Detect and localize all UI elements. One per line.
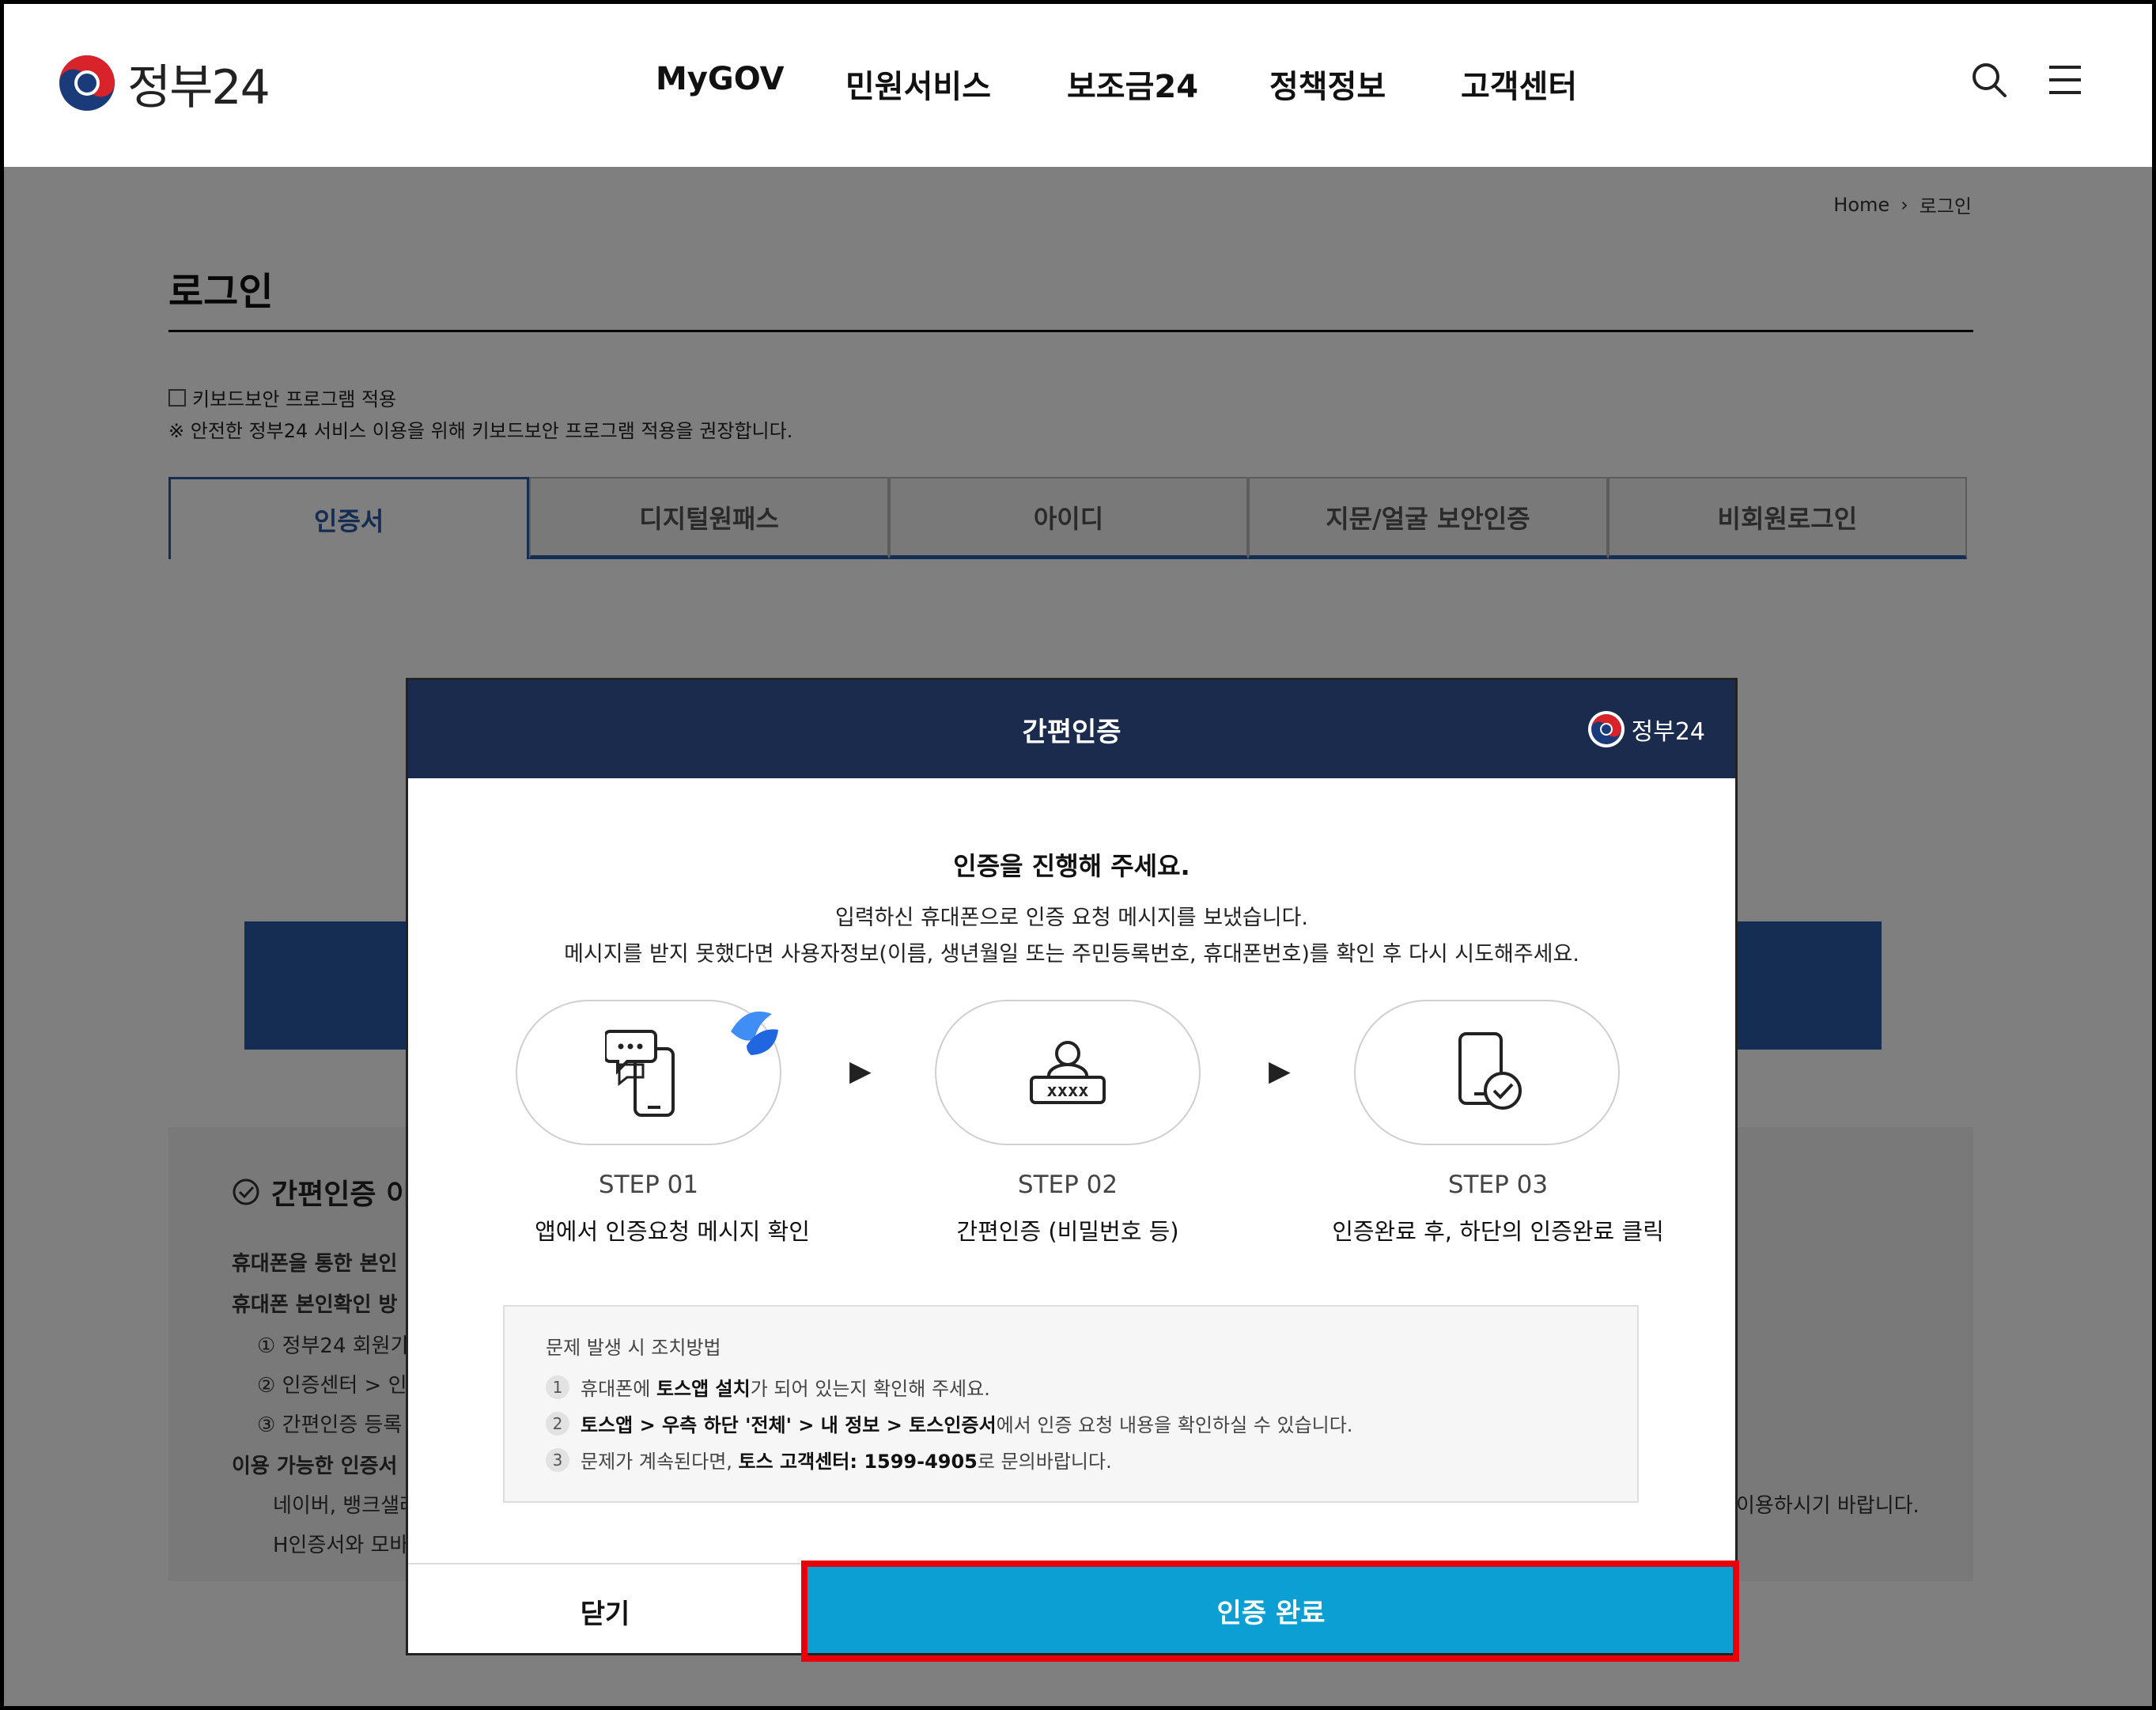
help-item-text: 토스앱 > 우측 하단 '전체' > 내 정보 > 토스인증서에서 인증 요청 … <box>581 1414 1353 1436</box>
svg-text:xxxx: xxxx <box>1047 1081 1089 1101</box>
phone-check-icon <box>1458 1032 1522 1110</box>
nav-customer-center[interactable]: 고객센터 <box>1461 61 1577 107</box>
search-icon[interactable] <box>1970 61 2008 99</box>
taegeuk-icon <box>1587 711 1625 747</box>
step-3-oval <box>1354 1000 1620 1145</box>
help-item-text: 휴대폰에 토스앱 설치가 되어 있는지 확인해 주세요. <box>581 1378 990 1400</box>
help-item-number: 3 <box>546 1447 569 1472</box>
message-title: 인증을 진행해 주세요. <box>953 851 1190 881</box>
troubleshooting-title: 문제 발생 시 조치방법 <box>546 1337 721 1359</box>
browser-frame: 정부24 MyGOV 민원서비스 보조금24 정책정보 고객센터 Home › … <box>4 4 2152 1706</box>
simple-auth-modal: 간편인증 정부24 인증을 진행해 주세요. 입력하신 휴대폰으로 인증 요청 … <box>406 678 1738 1655</box>
toss-app-icon <box>731 1011 778 1055</box>
step-1-label: STEP 01 <box>598 1171 699 1199</box>
close-button[interactable]: 닫기 <box>408 1563 802 1653</box>
step-arrow-icon: ▶ <box>1269 1055 1291 1088</box>
message-line: 메시지를 받지 못했다면 사용자정보(이름, 생년월일 또는 주민등록번호, 휴… <box>564 942 1579 967</box>
nav-civil-services[interactable]: 민원서비스 <box>845 61 991 107</box>
help-item-text: 문제가 계속된다면, 토스 고객센터: 1599-4905로 문의바랍니다. <box>581 1451 1112 1473</box>
phone-message-icon <box>605 1030 675 1117</box>
help-item: 3 문제가 계속된다면, 토스 고객센터: 1599-4905로 문의바랍니다. <box>546 1446 1112 1474</box>
step-1-desc: 앱에서 인증요청 메시지 확인 <box>535 1218 810 1245</box>
step-2-oval: xxxx <box>935 1000 1201 1145</box>
message-line: 입력하신 휴대폰으로 인증 요청 메시지를 보냈습니다. <box>835 906 1308 930</box>
user-password-icon: xxxx <box>1030 1041 1106 1104</box>
help-item: 2 토스앱 > 우측 하단 '전체' > 내 정보 > 토스인증서에서 인증 요… <box>546 1409 1352 1437</box>
modal-title: 간편인증 <box>1022 716 1121 748</box>
nav-mygov[interactable]: MyGOV <box>656 61 785 97</box>
modal-header: 간편인증 정부24 <box>408 680 1735 778</box>
step-3-desc: 인증완료 후, 하단의 인증완료 클릭 <box>1332 1218 1664 1245</box>
auth-complete-button[interactable]: 인증 완료 <box>802 1563 1735 1653</box>
nav-policy-info[interactable]: 정책정보 <box>1269 61 1386 107</box>
step-2-desc: 간편인증 (비밀번호 등) <box>956 1218 1179 1245</box>
menu-icon[interactable] <box>2046 61 2084 99</box>
main-nav: MyGOV 민원서비스 보조금24 정책정보 고객센터 <box>4 61 2152 108</box>
modal-brand-text: 정부24 <box>1631 718 1705 746</box>
modal-brand: 정부24 <box>1587 710 1705 748</box>
step-2-label: STEP 02 <box>1017 1171 1118 1199</box>
step-3-label: STEP 03 <box>1447 1171 1549 1199</box>
step-arrow-icon: ▶ <box>849 1055 872 1088</box>
troubleshooting-box: 문제 발생 시 조치방법 1 휴대폰에 토스앱 설치가 되어 있는지 확인해 주… <box>503 1305 1639 1503</box>
site-header: 정부24 MyGOV 민원서비스 보조금24 정책정보 고객센터 <box>4 4 2152 167</box>
help-item: 1 휴대폰에 토스앱 설치가 되어 있는지 확인해 주세요. <box>546 1373 990 1401</box>
nav-subsidy24[interactable]: 보조금24 <box>1067 61 1198 107</box>
help-item-number: 2 <box>546 1411 569 1436</box>
help-item-number: 1 <box>546 1375 569 1399</box>
